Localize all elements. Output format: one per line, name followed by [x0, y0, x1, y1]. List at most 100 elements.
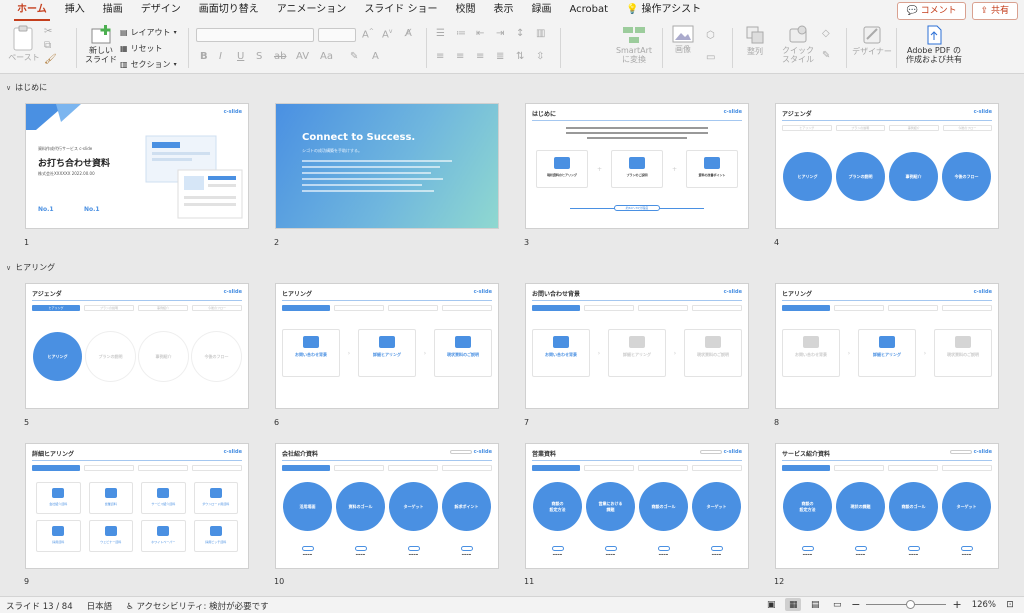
slide-thumbnail-10[interactable]: 会社紹介資料 c-slide 活用場面 資料のゴール ターゲット 訴求ポイント …: [276, 444, 498, 568]
tab-tell-me[interactable]: 💡 操作アシスト: [617, 0, 710, 22]
intro-text-lines: [566, 127, 708, 139]
slide-thumbnail-6[interactable]: ヒアリング c-slide お問い合わせ背景 › 詳細ヒアリング › 現状資料の…: [276, 284, 498, 408]
tab-slideshow[interactable]: スライド ショー: [355, 0, 446, 22]
picture-button[interactable]: 画像: [666, 24, 700, 55]
slideshow-button[interactable]: ▭: [829, 598, 845, 611]
bullets-icon[interactable]: ☰: [436, 28, 445, 39]
shadow-icon[interactable]: S: [256, 51, 262, 62]
tab-home[interactable]: ホーム: [8, 0, 56, 22]
grow-font-icon[interactable]: A^: [362, 28, 374, 40]
align-right-icon[interactable]: ≡: [476, 51, 484, 62]
item-card: お問い合わせ背景: [532, 329, 590, 377]
slide-thumbnail-1[interactable]: 資料作成代行サービス c-slide お打ち合わせ資料 株式会社XXXXXX 2…: [26, 104, 248, 228]
smartart-icon: [623, 27, 645, 43]
slide-sorter-view-button[interactable]: ▦: [785, 598, 802, 611]
textbox-icon[interactable]: ▭: [706, 52, 715, 63]
font-color-icon[interactable]: A: [372, 51, 379, 62]
columns-icon[interactable]: ▥: [536, 28, 545, 39]
clear-format-icon[interactable]: A̸: [405, 28, 412, 39]
line-spacing-icon[interactable]: ↕: [516, 28, 524, 39]
slide-thumbnail-11[interactable]: 営業資料 c-slide 商談の 設定方法 営業における 課題 商談のゴール タ…: [526, 444, 748, 568]
zoom-out-button[interactable]: −: [851, 598, 860, 611]
tab-insert[interactable]: 挿入: [56, 0, 94, 22]
fit-to-window-button[interactable]: ⊡: [1002, 598, 1018, 611]
tab-animations[interactable]: アニメーション: [268, 0, 356, 22]
align-center-icon[interactable]: ≡: [456, 51, 464, 62]
strikethrough-icon[interactable]: ab: [274, 51, 286, 62]
change-case-icon[interactable]: Aa: [320, 51, 333, 62]
quick-style-icon: [789, 25, 807, 43]
presentation-icon: ▭: [832, 599, 842, 610]
shrink-font-icon[interactable]: Av: [382, 28, 392, 40]
normal-view-button[interactable]: ▣: [763, 598, 779, 611]
font-name-combo[interactable]: [196, 28, 314, 42]
document-icon: [554, 157, 570, 169]
increase-indent-icon[interactable]: ⇥: [496, 28, 504, 39]
paste-button[interactable]: ペースト: [6, 24, 42, 63]
arrange-icon: [746, 26, 764, 44]
tab-design[interactable]: デザイン: [132, 0, 190, 22]
underline-icon[interactable]: U: [237, 51, 244, 62]
adobe-pdf-button[interactable]: Adobe PDF の 作成および共有: [904, 24, 964, 64]
clipboard-icon: [13, 25, 33, 51]
tab-acrobat[interactable]: Acrobat: [561, 0, 618, 22]
zoom-level[interactable]: 126%: [972, 600, 996, 610]
format-painter-icon[interactable]: 🖌: [44, 54, 57, 65]
highlight-icon[interactable]: ✎: [350, 51, 358, 62]
zoom-slider[interactable]: [866, 598, 947, 611]
zoom-slider-handle[interactable]: [906, 600, 916, 609]
new-slide-button[interactable]: 新しい スライド: [82, 24, 120, 64]
chat-icon: [553, 336, 569, 348]
section-header-intro[interactable]: ∨ はじめに: [6, 82, 47, 93]
slide-thumbnail-5[interactable]: アジェンダ c-slide ヒアリング プランの説明 事例紹介 今後のフロー ヒ…: [26, 284, 248, 408]
justify-icon[interactable]: ≣: [496, 51, 504, 62]
char-spacing-icon[interactable]: AV: [296, 51, 309, 62]
shapes-icon[interactable]: ⬡: [706, 30, 715, 41]
reset-button[interactable]: ▦ リセット: [120, 42, 177, 55]
slide-thumbnail-12[interactable]: サービス紹介資料 c-slide 商談の 設定方法 現状の課題 商談のゴール タ…: [776, 444, 998, 568]
slide-thumbnail-9[interactable]: 詳細ヒアリング c-slide 会社紹介資料 営業資料 サービス紹介資料 ダウン…: [26, 444, 248, 568]
comments-button[interactable]: 💬 コメント: [897, 2, 966, 20]
tab-view[interactable]: 表示: [485, 0, 523, 22]
accessibility-status[interactable]: ♿ アクセシビリティ: 検討が必要です: [126, 600, 268, 612]
layout-button[interactable]: ▤ レイアウト ▾: [120, 26, 177, 39]
font-size-combo[interactable]: [318, 28, 356, 42]
numbering-icon[interactable]: ≔: [456, 28, 466, 39]
tab-record[interactable]: 録画: [523, 0, 561, 22]
section-button[interactable]: ▥ セクション ▾: [120, 58, 177, 71]
section-header-hearing[interactable]: ∨ ヒアリング: [6, 262, 55, 273]
italic-icon[interactable]: I: [219, 51, 222, 62]
people-icon: [629, 336, 645, 348]
align-left-icon[interactable]: ≡: [436, 51, 444, 62]
item-card: プランのご説明: [611, 150, 663, 188]
bold-icon[interactable]: B: [200, 51, 208, 62]
quick-style-button[interactable]: クイック スタイル: [778, 24, 818, 64]
slide-thumbnail-8[interactable]: ヒアリング c-slide お問い合わせ背景 › 詳細ヒアリング › 現状資料の…: [776, 284, 998, 408]
slide-thumbnail-7[interactable]: お問い合わせ背景 c-slide お問い合わせ背景 › 詳細ヒアリング › 現状…: [526, 284, 748, 408]
item-card: サービス紹介資料: [141, 482, 186, 514]
arrange-button[interactable]: 整列: [738, 24, 772, 57]
slide-thumbnail-4[interactable]: アジェンダ c-slide ヒアリング プランの説明 事例紹介 今後のフロー ヒ…: [776, 104, 998, 228]
status-bar: スライド 13 / 84 日本語 ♿ アクセシビリティ: 検討が必要です ▣ ▦…: [0, 596, 1024, 613]
section-icon: ▥: [120, 60, 128, 69]
copy-icon[interactable]: ⧉: [44, 40, 51, 51]
reading-view-button[interactable]: ▤: [807, 598, 823, 611]
align-text-icon[interactable]: ⇳: [536, 51, 544, 62]
shape-fill-icon[interactable]: ◇: [822, 28, 830, 39]
zoom-in-button[interactable]: +: [952, 598, 961, 611]
text-direction-icon[interactable]: ⇅: [516, 51, 524, 62]
tab-review[interactable]: 校閲: [447, 0, 485, 22]
item-card: 採用ピッチ資料: [193, 520, 238, 552]
chevron-down-icon: ▾: [173, 29, 177, 36]
share-button[interactable]: ⇪ 共有: [971, 2, 1018, 20]
language-indicator[interactable]: 日本語: [87, 600, 113, 612]
tab-transitions[interactable]: 画面切り替え: [190, 0, 268, 22]
smartart-button[interactable]: SmartArt に変換: [610, 24, 658, 64]
slide-thumbnail-3[interactable]: はじめに c-slide 現状資料のヒアリング + プランのご説明 + 資料の改…: [526, 104, 748, 228]
tab-draw[interactable]: 描画: [94, 0, 132, 22]
slide-thumbnail-2[interactable]: Connect to Success. シゴトの成功構築を手助けする。: [276, 104, 498, 228]
scissors-icon[interactable]: ✂: [44, 26, 52, 37]
decrease-indent-icon[interactable]: ⇤: [476, 28, 484, 39]
designer-button[interactable]: デザイナー: [852, 24, 892, 57]
shape-outline-icon[interactable]: ✎: [822, 50, 830, 61]
